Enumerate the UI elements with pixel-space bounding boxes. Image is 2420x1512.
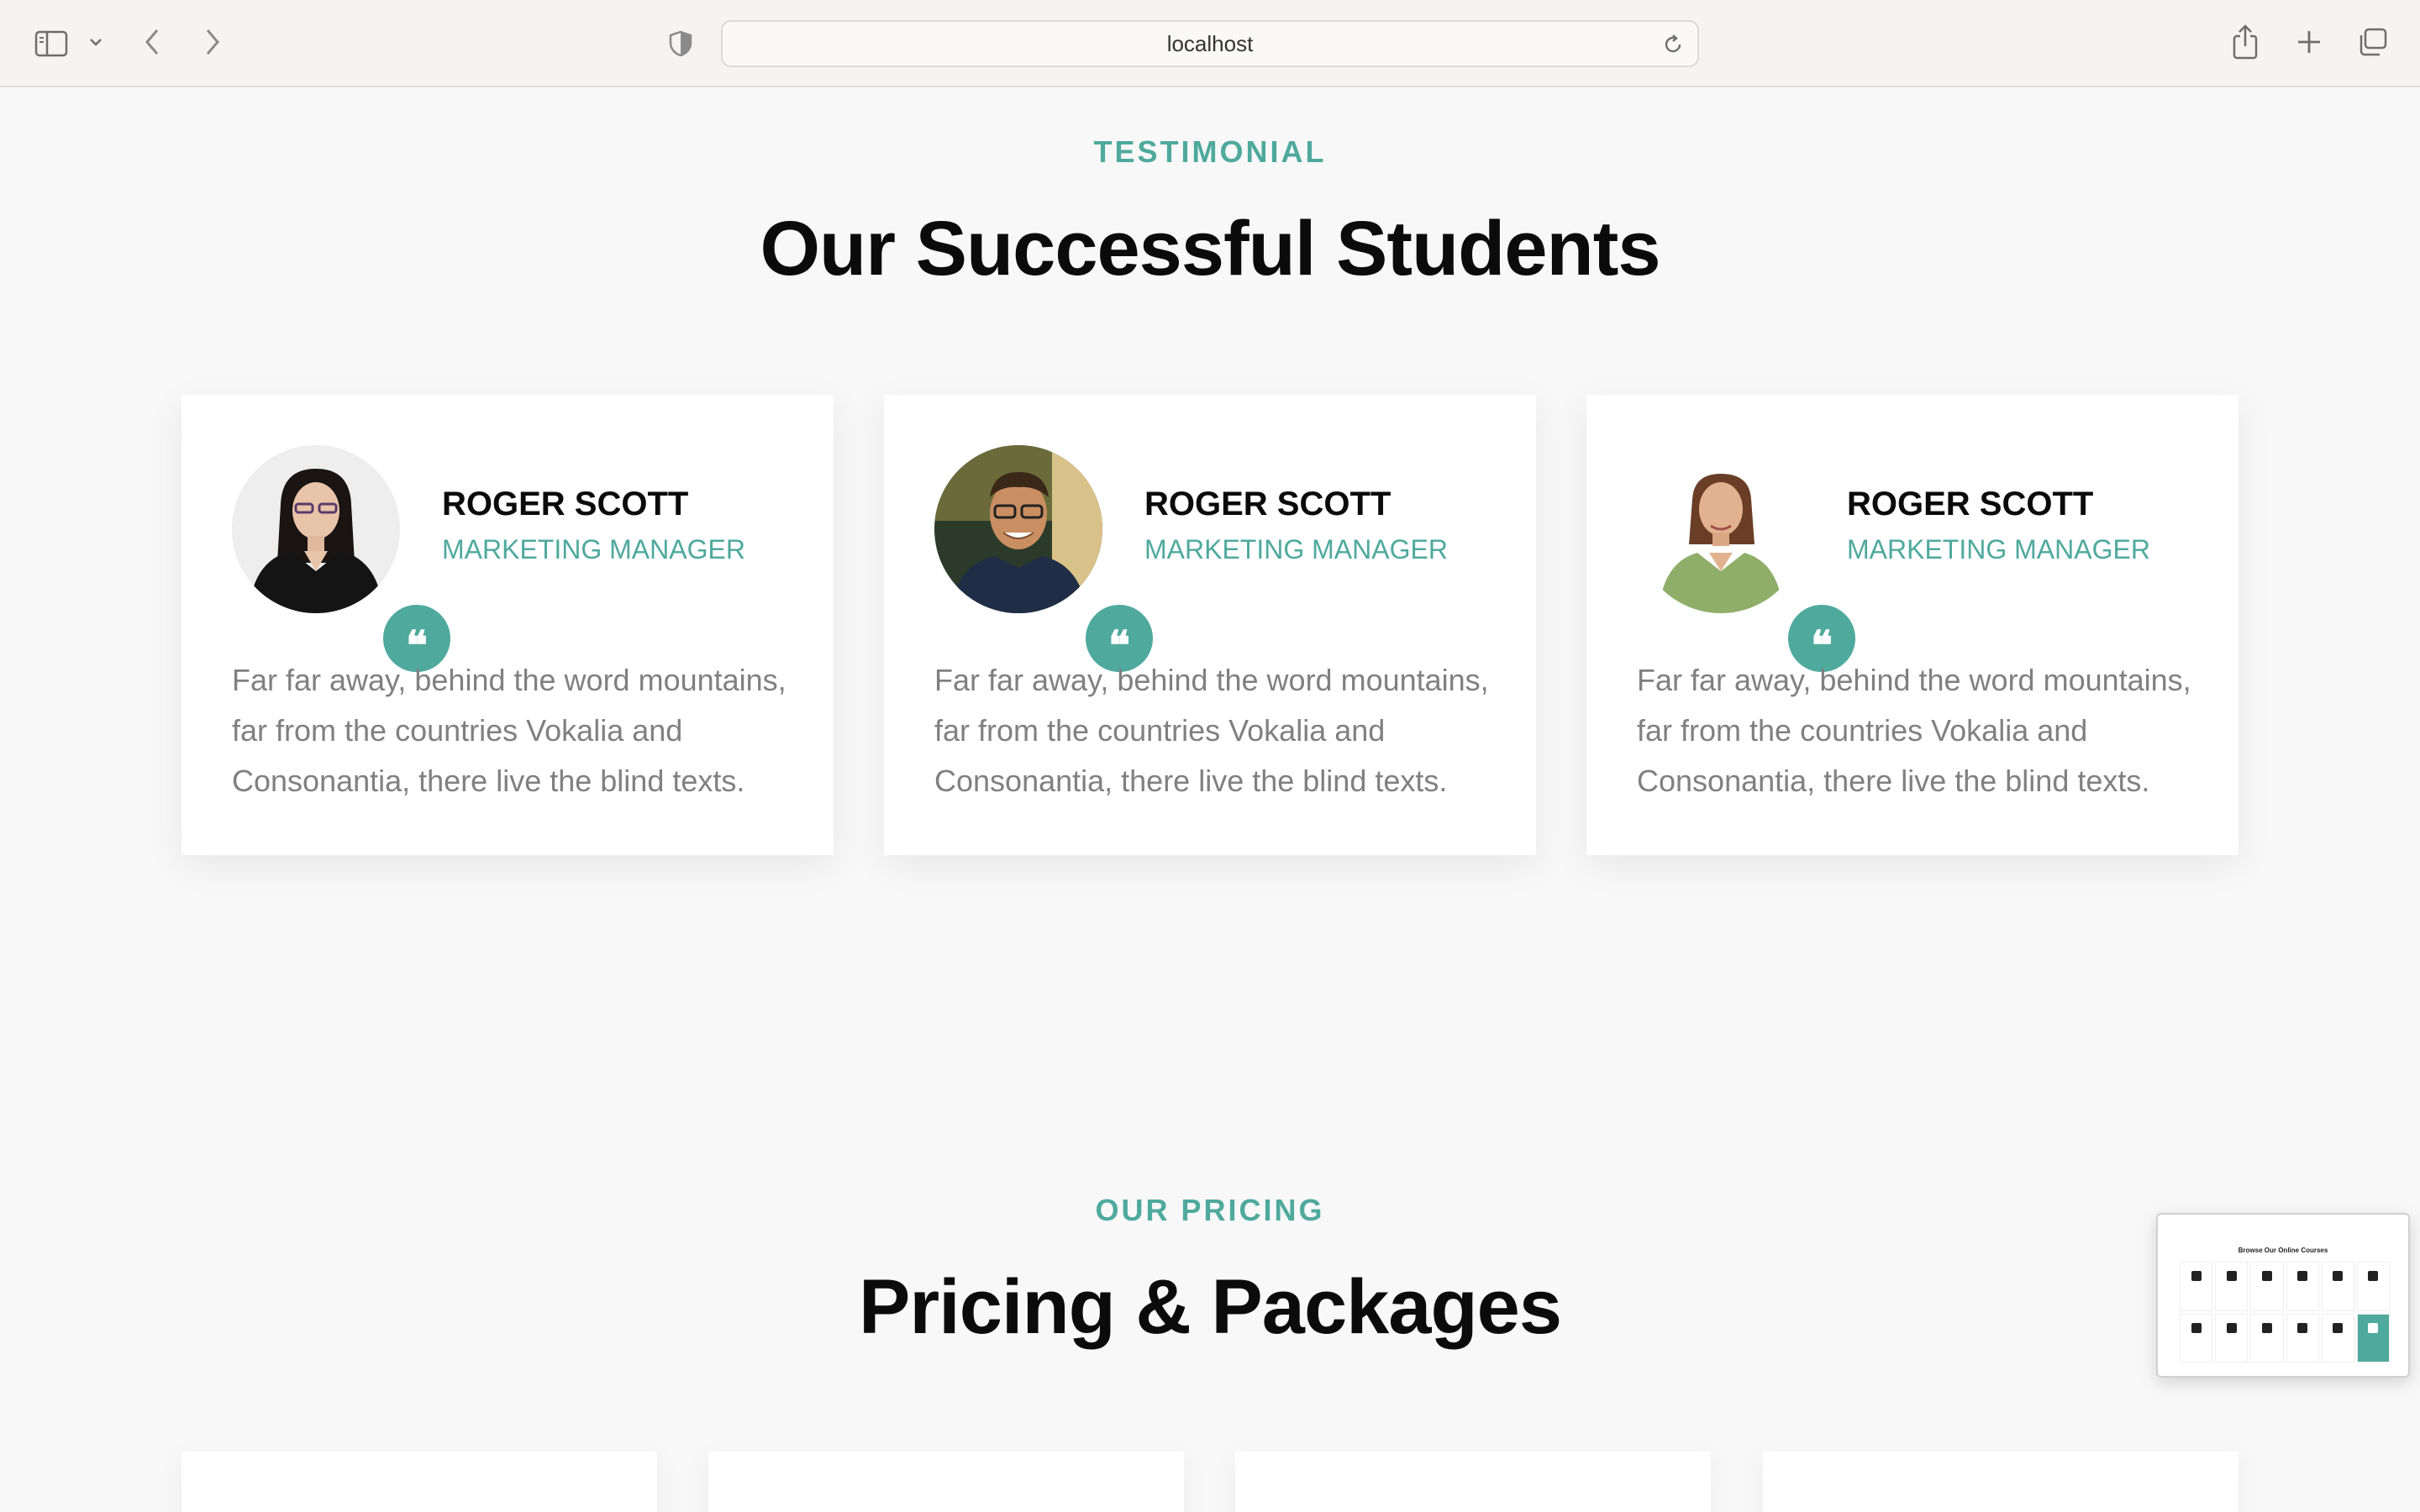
person-name: ROGER SCOTT <box>1144 486 1392 522</box>
thumbnail-title: Browse Our Online Courses <box>2238 1247 2328 1254</box>
thumbnail-cell <box>2286 1313 2319 1362</box>
pricing-card <box>708 1452 1184 1512</box>
pricing-card <box>182 1452 657 1512</box>
thumbnail-cell <box>2215 1313 2249 1362</box>
screenshot-thumbnail[interactable]: Browse Our Online Courses <box>2156 1213 2410 1378</box>
testimonial-card: ❝ ROGER SCOTT MARKETING MANAGER Far far … <box>1586 395 2238 855</box>
thumbnail-grid <box>2180 1262 2390 1362</box>
pricing-eyebrow: OUR PRICING <box>1095 1193 1325 1227</box>
avatar <box>1637 445 1805 613</box>
url-text: localhost <box>1166 30 1254 56</box>
testimonial-text: Far far away, behind the word mountains,… <box>1637 663 2191 798</box>
testimonial-card: ❝ ROGER SCOTT MARKETING MANAGER Far far … <box>884 395 1536 855</box>
forward-arrow-icon[interactable] <box>200 25 225 59</box>
person-name: ROGER SCOTT <box>1847 486 2094 522</box>
testimonial-text: Far far away, behind the word mountains,… <box>232 663 786 798</box>
testimonial-cards: ❝ ROGER SCOTT MARKETING MANAGER Far far … <box>182 395 2238 855</box>
testimonial-title: Our Successful Students <box>760 206 1660 291</box>
reload-icon[interactable] <box>1660 32 1686 57</box>
person-role: MARKETING MANAGER <box>442 534 745 564</box>
chevron-down-icon[interactable] <box>86 32 106 52</box>
share-icon[interactable] <box>2228 22 2262 62</box>
tab-overview-icon[interactable] <box>2354 25 2390 59</box>
browser-toolbar: localhost <box>0 0 2420 87</box>
thumbnail-cell-active <box>2356 1313 2390 1362</box>
thumbnail-cell <box>2321 1313 2354 1362</box>
person-name: ROGER SCOTT <box>442 486 689 522</box>
pricing-card <box>1763 1452 2238 1512</box>
thumbnail-cell <box>2286 1262 2319 1311</box>
thumbnail-cell <box>2321 1262 2354 1311</box>
avatar-wrapper: ❝ <box>1637 445 1855 672</box>
avatar <box>934 445 1102 613</box>
avatar-wrapper: ❝ <box>934 445 1153 672</box>
avatar <box>232 445 400 613</box>
pricing-cards <box>182 1452 2238 1512</box>
thumbnail-cell <box>2180 1262 2213 1311</box>
person-role: MARKETING MANAGER <box>1847 534 2150 564</box>
avatar-wrapper: ❝ <box>232 445 450 672</box>
pricing-title: Pricing & Packages <box>859 1264 1562 1350</box>
thumbnail-cell <box>2250 1313 2284 1362</box>
testimonial-eyebrow: TESTIMONIAL <box>1093 134 1327 169</box>
plus-icon[interactable] <box>2292 25 2326 59</box>
address-bar[interactable]: localhost <box>721 20 1699 67</box>
pricing-card <box>1235 1452 1711 1512</box>
thumbnail-cell <box>2250 1262 2284 1311</box>
thumbnail-cell <box>2180 1313 2213 1362</box>
shield-icon[interactable] <box>666 29 696 59</box>
testimonial-text: Far far away, behind the word mountains,… <box>934 663 1489 798</box>
thumbnail-cell <box>2356 1262 2390 1311</box>
sidebar-icon[interactable] <box>32 27 71 60</box>
back-arrow-icon[interactable] <box>139 25 165 59</box>
person-role: MARKETING MANAGER <box>1144 534 1448 564</box>
testimonial-card: ❝ ROGER SCOTT MARKETING MANAGER Far far … <box>182 395 834 855</box>
thumbnail-cell <box>2215 1262 2249 1311</box>
